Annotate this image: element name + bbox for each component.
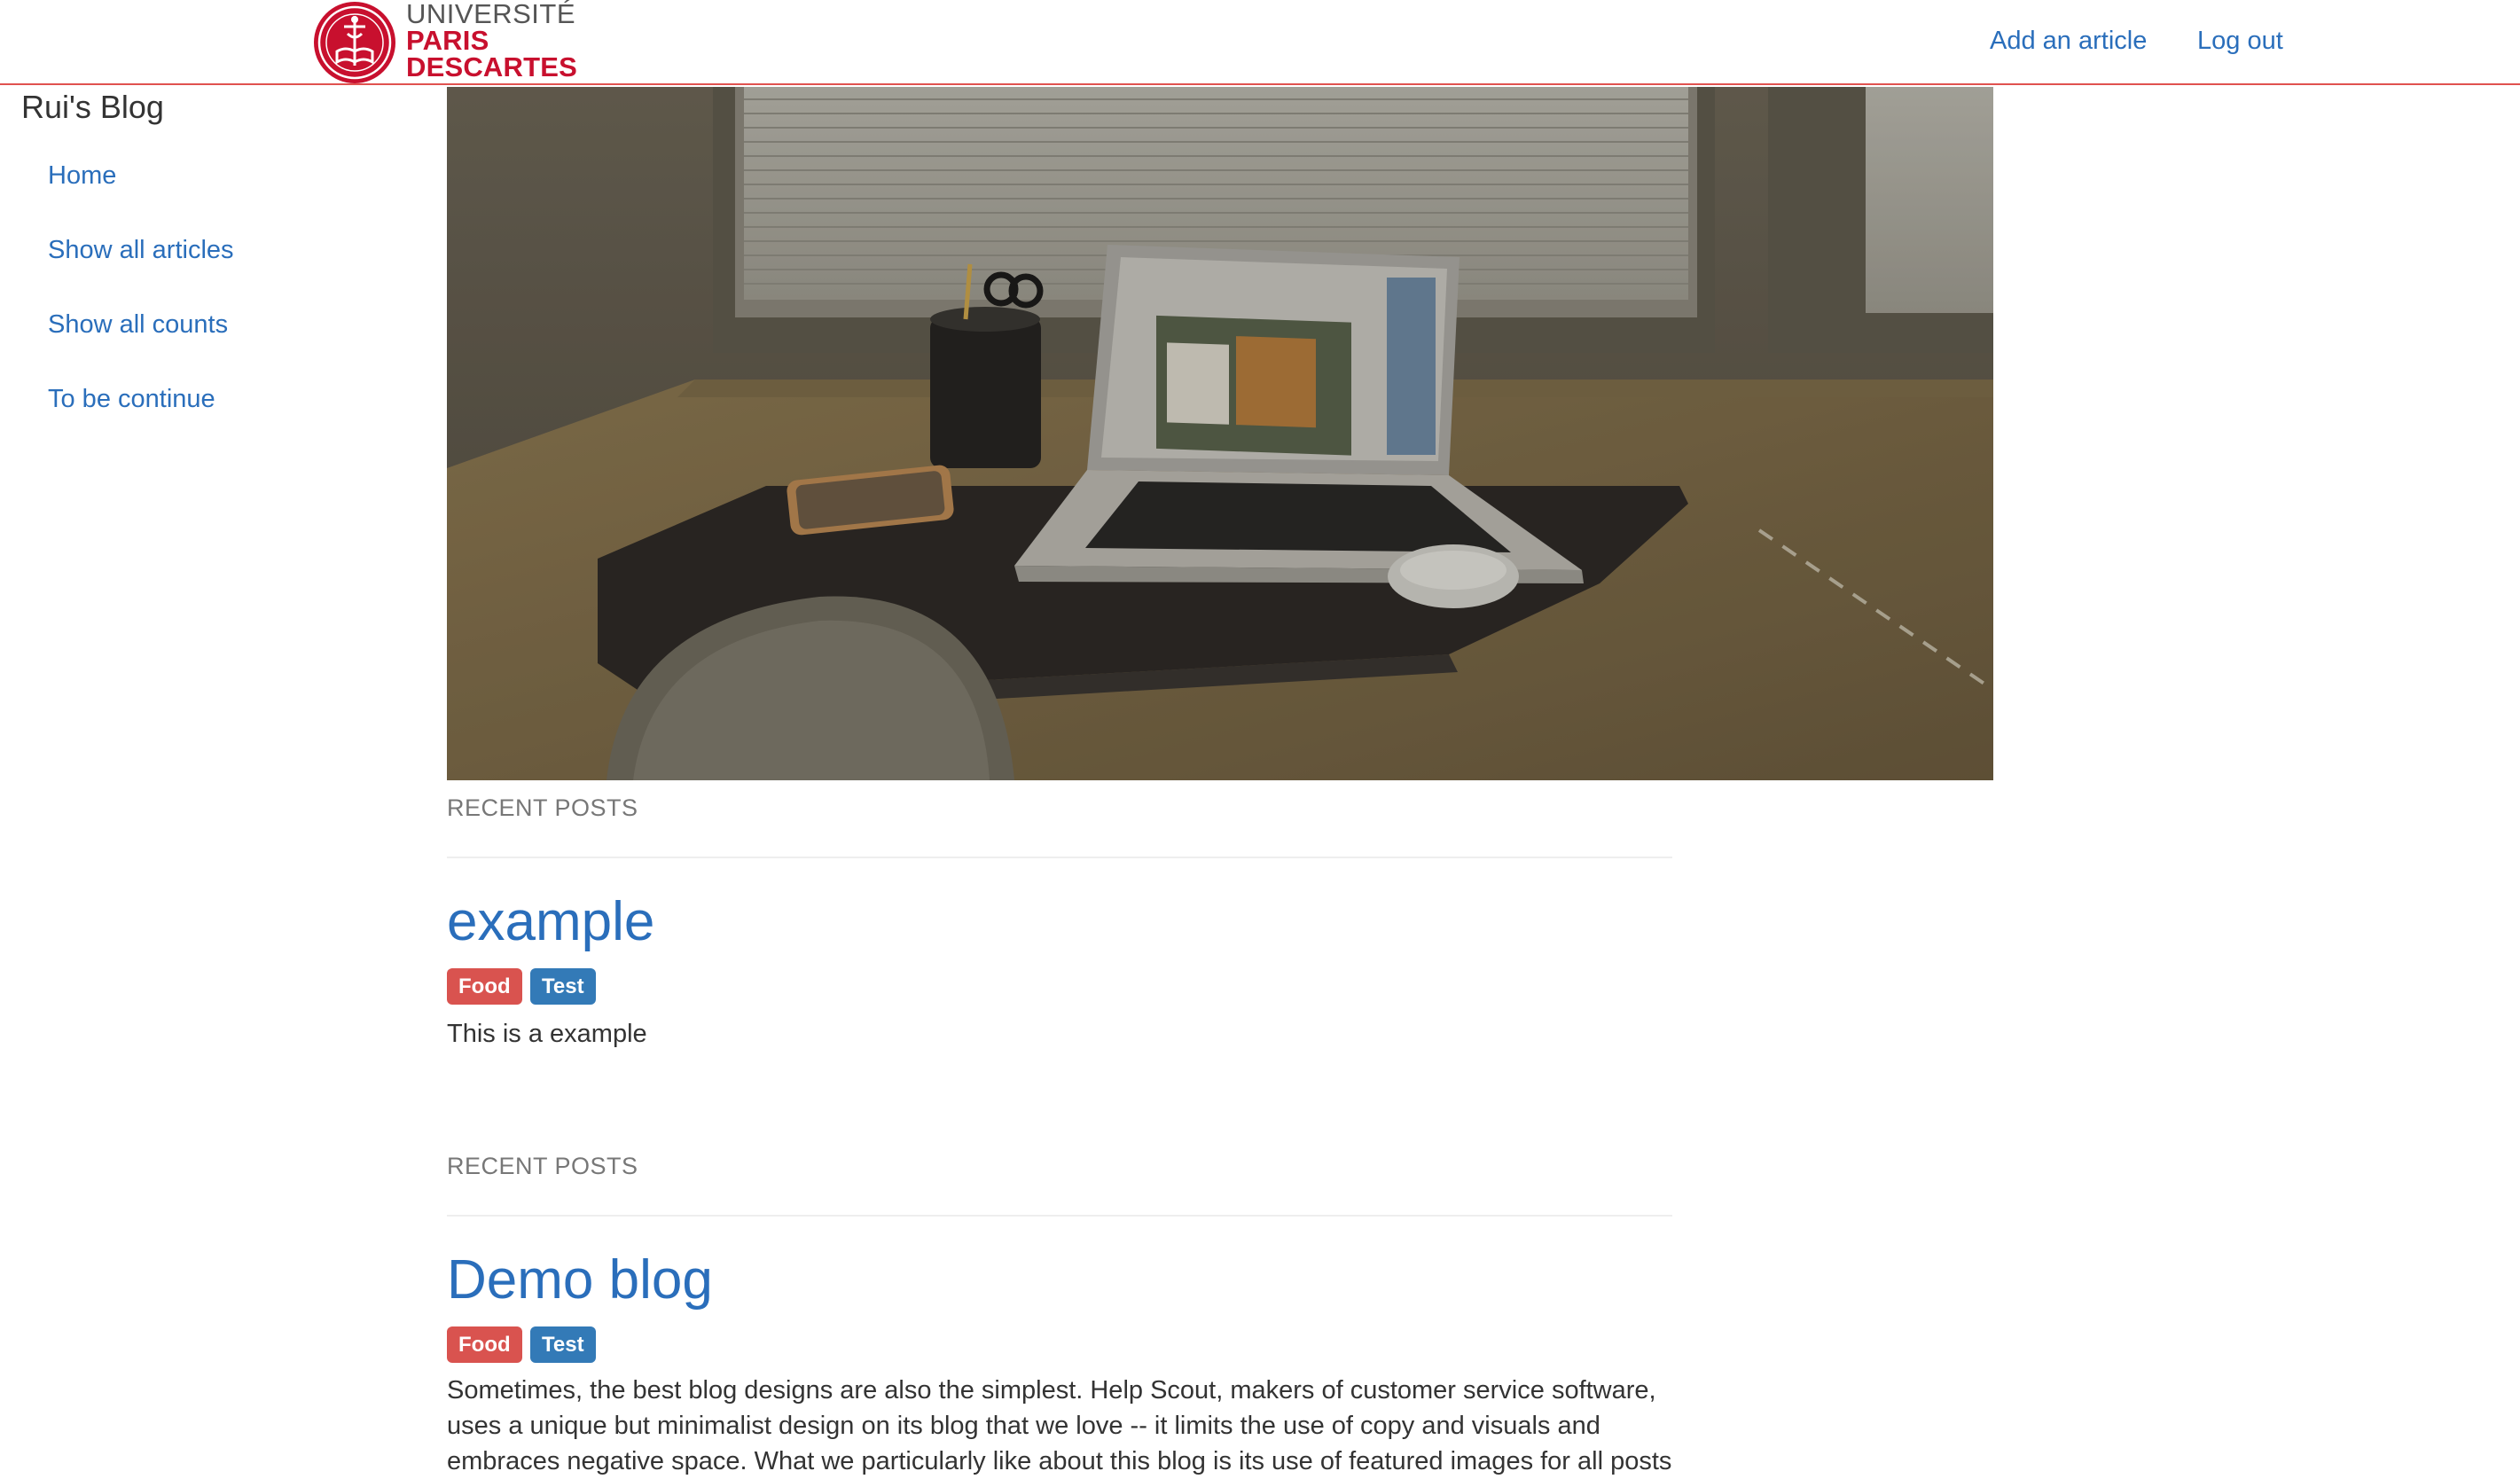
logo-line-paris: PARIS [406, 25, 489, 56]
desk-laptop-photo [447, 87, 1993, 780]
university-logo[interactable]: UNIVERSITÉ PARIS DESCARTES [310, 0, 577, 85]
sidebar-item-show-all-counts[interactable]: Show all counts [48, 310, 228, 340]
add-article-link[interactable]: Add an article [1990, 27, 2147, 56]
recent-posts-label: RECENT POSTS [447, 1153, 638, 1179]
log-out-link[interactable]: Log out [2197, 27, 2283, 56]
logo-text: UNIVERSITÉ PARIS DESCARTES [406, 0, 577, 82]
tag-test[interactable]: Test [530, 1326, 596, 1363]
sidebar-item-to-be-continue[interactable]: To be continue [48, 385, 215, 414]
divider [447, 1215, 1672, 1217]
post-title-demo-blog[interactable]: Demo blog [447, 1248, 713, 1311]
post-excerpt-line: uses a unique but minimalist design on i… [447, 1412, 1600, 1440]
sidebar-item-show-all-articles[interactable]: Show all articles [48, 236, 234, 265]
tag-food[interactable]: Food [447, 968, 522, 1005]
logo-line-universite: UNIVERSITÉ [406, 0, 576, 29]
logo-line-descartes: DESCARTES [406, 51, 577, 82]
post-excerpt: Sometimes, the best blog designs are als… [447, 1373, 1672, 1479]
top-navbar: UNIVERSITÉ PARIS DESCARTES Add an articl… [0, 0, 2520, 85]
tag-food[interactable]: Food [447, 1326, 522, 1363]
post-excerpt-line: embraces negative space. What we particu… [447, 1447, 1672, 1475]
post-title-example[interactable]: example [447, 890, 654, 953]
tag-test[interactable]: Test [530, 968, 596, 1005]
post-excerpt: This is a example [447, 1020, 647, 1048]
blog-title: Rui's Blog [21, 89, 164, 125]
recent-posts-label: RECENT POSTS [447, 794, 638, 821]
hero-image [447, 87, 1993, 780]
university-seal-icon [314, 2, 395, 83]
divider [447, 857, 1672, 858]
sidebar-item-home[interactable]: Home [48, 161, 116, 191]
post-excerpt-line: Sometimes, the best blog designs are als… [447, 1376, 1656, 1405]
